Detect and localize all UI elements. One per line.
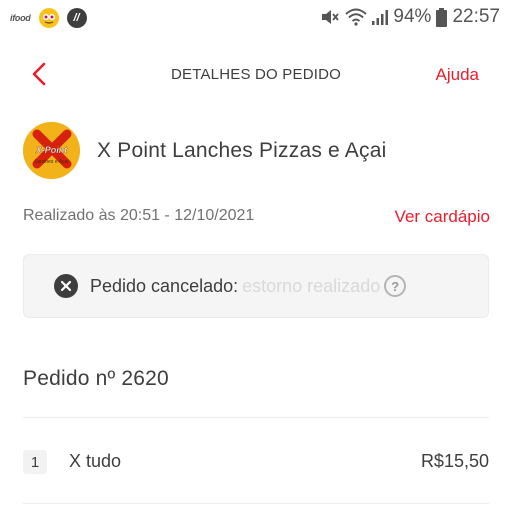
store-logo: X-Point Lanches e Açai — [23, 122, 80, 179]
ifood-notification-icon: ifood — [10, 13, 31, 23]
order-item-row: 1 X tudo R$15,50 — [23, 447, 489, 477]
wifi-icon — [345, 8, 368, 26]
status-bar: ifood // 94% 22:57 — [0, 0, 512, 36]
divider — [23, 503, 489, 504]
emoji-notification-icon — [38, 8, 59, 28]
help-circle-icon[interactable]: ? — [384, 275, 407, 297]
status-bar-left: ifood // — [10, 8, 87, 28]
order-status-label: Pedido cancelado: — [90, 275, 239, 296]
store-logo-text: X-Point — [35, 145, 68, 155]
view-menu-link[interactable]: Ver cardápio — [395, 207, 490, 227]
store-header[interactable]: X-Point Lanches e Açai X Point Lanches P… — [23, 122, 386, 179]
battery-icon — [436, 7, 448, 27]
battery-percent: 94% — [393, 6, 432, 27]
order-status-detail: estorno realizado — [242, 275, 381, 296]
order-status-box: Pedido cancelado: estorno realizado ? — [23, 254, 489, 318]
item-quantity: 1 — [23, 450, 47, 474]
cancel-icon — [54, 274, 78, 298]
app-notification-icon: // — [66, 8, 87, 28]
order-placed-time: Realizado às 20:51 - 12/10/2021 — [23, 207, 255, 224]
status-bar-right: 94% 22:57 — [320, 6, 500, 28]
clock: 22:57 — [452, 6, 500, 27]
order-status-row: Pedido cancelado: estorno realizado ? — [54, 274, 407, 298]
signal-icon — [372, 8, 389, 26]
mute-icon — [320, 8, 340, 26]
store-logo-subtext: Lanches e Açai — [35, 159, 69, 165]
divider — [23, 417, 489, 418]
order-number: Pedido nº 2620 — [23, 367, 169, 390]
item-price: R$15,50 — [420, 451, 489, 471]
help-link[interactable]: Ajuda — [436, 65, 479, 85]
item-name: X tudo — [69, 451, 122, 471]
top-app-bar: DETALHES DO PEDIDO Ajuda — [0, 50, 512, 98]
store-name: X Point Lanches Pizzas e Açai — [97, 138, 387, 162]
